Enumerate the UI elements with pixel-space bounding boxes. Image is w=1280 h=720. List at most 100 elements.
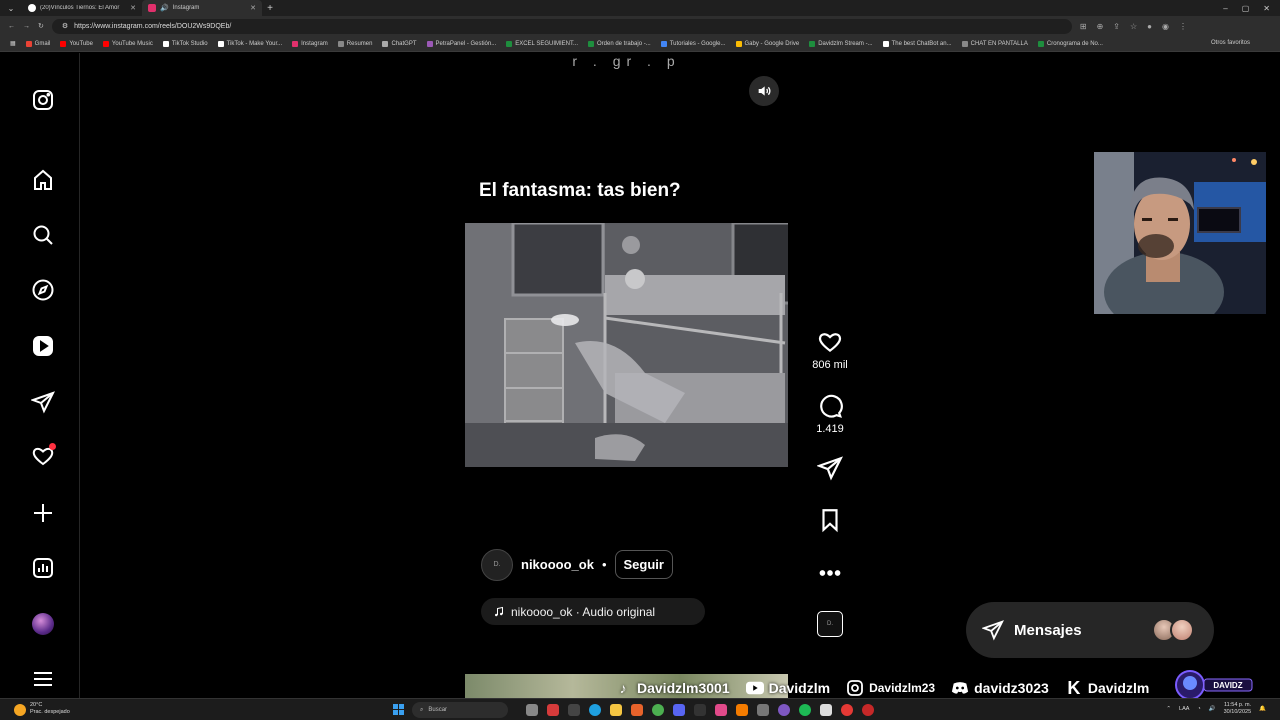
follow-button[interactable]: Seguir [614,550,673,579]
direct-messages-icon[interactable] [30,389,56,415]
bookmark-item[interactable]: PetraPanel - Gestión... [426,40,496,47]
spotify-icon[interactable] [799,704,811,716]
notifications-heart-icon[interactable] [30,443,56,469]
profile-avatar[interactable] [32,613,54,635]
apps-grid-icon[interactable]: ▦ [10,40,16,47]
file-explorer-icon[interactable] [610,704,622,716]
more-menu-icon[interactable] [30,666,56,692]
url-input[interactable]: ⚙ https://www.instagram.com/reels/DOU2Ws… [51,18,1072,34]
extension-icon[interactable]: ● [1147,22,1152,31]
minimize-icon[interactable]: – [1223,4,1227,13]
bookmark-item[interactable]: Orden de trabajo -... [588,40,651,47]
bookmark-item[interactable]: Resumen [337,40,372,47]
sound-toggle-button[interactable] [749,76,779,106]
windows-start-icon[interactable] [393,704,404,715]
app-icon[interactable] [547,704,559,716]
chrome-icon[interactable] [652,704,664,716]
bookmark-item[interactable]: TikTok - Make Your... [217,40,282,47]
bookmark-item[interactable]: EXCEL SEGUIMIENT... [506,40,578,47]
bookmark-star-icon[interactable]: ☆ [1130,22,1137,31]
volume-icon[interactable]: 🔊 [1209,706,1216,712]
like-button[interactable]: 806 mil [805,329,855,371]
original-audio-thumbnail[interactable]: D. [817,611,843,637]
bookmark-item[interactable]: ChatGPT [382,40,417,47]
audio-track-pill[interactable]: nikoooo_ok · Audio original [481,598,705,625]
bookmark-item[interactable]: CHAT EN PANTALLA [961,40,1028,47]
bookmark-item[interactable]: Gaby - Google Drive [735,40,799,47]
app-icon[interactable] [757,704,769,716]
bookmark-item[interactable]: YouTube Music [102,40,153,47]
search-icon[interactable] [30,222,56,248]
bookmark-item[interactable]: Cronograma de No... [1037,40,1103,47]
app-icon[interactable] [736,704,748,716]
author-username[interactable]: nikoooo_ok [521,557,594,572]
tab-list-chevron-icon[interactable]: ⌄ [0,4,22,13]
instagram-sidebar [0,53,80,698]
author-avatar[interactable]: D. [481,548,513,581]
weather-widget[interactable]: 20°C Prac. despejado [14,702,70,716]
reel-video[interactable] [465,223,788,467]
bookmark-item[interactable]: Instagram [292,40,328,47]
app-icon[interactable] [694,704,706,716]
bookmark-item[interactable]: Davidzlm Stream -... [809,40,873,47]
bookmark-item[interactable]: Tutoriales - Google... [660,40,726,47]
explore-compass-icon[interactable] [30,277,56,303]
kick-icon: K [1067,677,1081,698]
audio-playing-icon[interactable]: 🔊 [160,4,169,12]
app-icon[interactable] [820,704,832,716]
new-tab-icon[interactable]: + [262,3,278,14]
menu-kebab-icon[interactable]: ⋮ [1179,22,1187,31]
browser-tab-1[interactable]: (20)Vínculos Tiernos: El Amor entre... ✕ [22,0,142,16]
home-icon[interactable] [30,167,56,193]
app-icon[interactable] [715,704,727,716]
zoom-icon[interactable]: ⊕ [1097,22,1104,31]
tray-chevron-icon[interactable]: ⌃ [1166,706,1171,712]
author-separator: • [601,557,607,572]
install-app-icon[interactable]: ⊞ [1080,22,1087,31]
bookmark-item[interactable]: YouTube [60,40,93,47]
bookmark-item[interactable]: The best ChatBot an... [882,40,952,47]
social-discord: davidz3023 [951,680,1049,696]
back-icon[interactable]: ← [8,23,15,30]
reload-icon[interactable]: ↻ [38,22,44,30]
streamer-webcam-overlay [1094,152,1266,314]
maximize-icon[interactable]: ▢ [1242,4,1250,13]
site-info-icon[interactable]: ⚙ [62,22,68,30]
edge-icon[interactable] [589,704,601,716]
task-view-icon[interactable] [526,704,538,716]
forward-icon[interactable]: → [23,23,30,30]
reels-icon[interactable] [30,333,56,359]
bookmark-item[interactable]: Gmail [25,40,50,47]
notifications-icon[interactable]: 🔔 [1259,706,1266,712]
create-plus-icon[interactable] [30,500,56,526]
volume-on-icon [758,86,771,96]
streamer-socials-overlay: ♪ Davidzlm3001 Davidzlm Davidzlm23 david… [614,676,1150,700]
close-tab-icon[interactable]: ✕ [130,4,136,12]
comment-button[interactable]: 1.419 [805,393,855,435]
bookmark-item[interactable]: TikTok Studio [162,40,208,47]
close-tab-icon[interactable]: ✕ [250,4,256,12]
social-youtube: Davidzlm [745,680,830,696]
dashboard-icon[interactable] [30,555,56,581]
wifi-icon[interactable]: ◔ [1197,706,1200,712]
app-icon[interactable] [673,704,685,716]
browser-tab-2[interactable]: 🔊 Instagram ✕ [142,0,262,16]
profile-avatar-icon[interactable]: ◉ [1162,22,1169,31]
messages-floating-button[interactable]: Mensajes [966,602,1214,658]
app-icon[interactable] [862,704,874,716]
share-icon[interactable]: ⇪ [1113,22,1120,31]
search-icon: ⌕ [420,706,424,713]
save-button[interactable] [805,507,855,533]
close-window-icon[interactable]: ✕ [1263,4,1270,13]
taskbar-clock[interactable]: 11:54 p. m. 30/10/2025 [1224,702,1252,716]
app-icon[interactable] [631,704,643,716]
app-icon[interactable] [568,704,580,716]
more-options-button[interactable] [805,560,855,586]
taskbar-search-input[interactable]: ⌕ Buscar [412,702,508,718]
app-icon[interactable] [841,704,853,716]
share-button[interactable] [805,455,855,481]
language-indicator[interactable]: LAA [1179,706,1189,712]
app-icon[interactable] [778,704,790,716]
instagram-logo-icon[interactable] [30,87,56,113]
other-bookmarks[interactable]: Otros favoritos [1211,40,1250,46]
